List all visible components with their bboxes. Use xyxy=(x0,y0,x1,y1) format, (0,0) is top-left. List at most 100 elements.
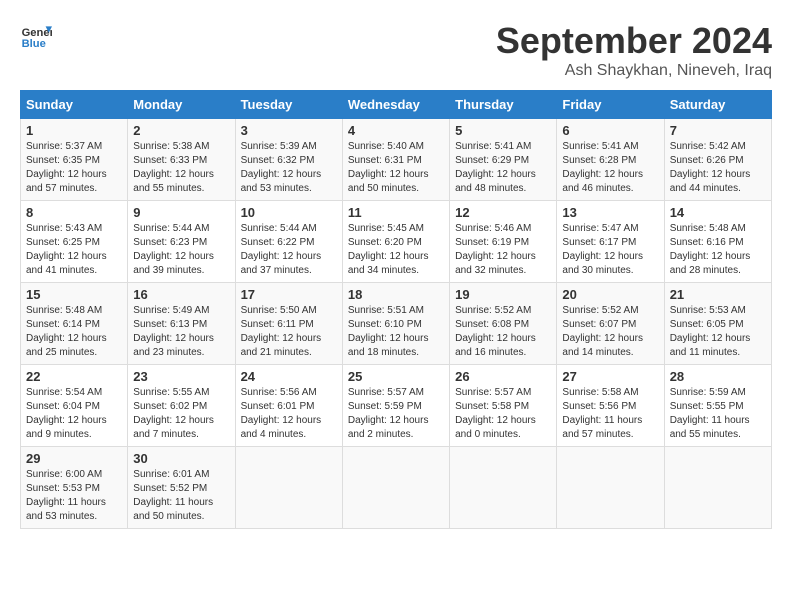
table-row: 12Sunrise: 5:46 AM Sunset: 6:19 PM Dayli… xyxy=(450,201,557,283)
day-number: 13 xyxy=(562,205,658,220)
location: Ash Shaykhan, Nineveh, Iraq xyxy=(496,62,772,80)
table-row: 16 Sunrise: 5:49 AM Sunset: 6:13 PM Dayli… xyxy=(128,283,235,365)
table-row xyxy=(235,447,342,529)
day-number: 18 xyxy=(348,287,444,302)
day-number: 9 xyxy=(133,205,229,220)
table-row: 30 Sunrise: 6:01 AM Sunset: 5:52 PM Dayli… xyxy=(128,447,235,529)
day-info: Sunrise: 5:45 AM Sunset: 6:20 PM Dayligh… xyxy=(348,222,444,278)
col-sunday: Sunday xyxy=(21,91,128,119)
table-row: 17 Sunrise: 5:50 AM Sunset: 6:11 PM Dayli… xyxy=(235,283,342,365)
day-info: Sunrise: 5:43 AM Sunset: 6:25 PM Dayligh… xyxy=(26,222,122,278)
table-row: 13Sunrise: 5:47 AM Sunset: 6:17 PM Dayli… xyxy=(557,201,664,283)
day-info: Sunrise: 5:59 AM Sunset: 5:55 PM Dayligh… xyxy=(670,386,766,442)
calendar-week-3: 15 Sunrise: 5:48 AM Sunset: 6:14 PM Dayli… xyxy=(21,283,772,365)
logo-icon: General Blue xyxy=(20,20,52,52)
table-row xyxy=(664,447,771,529)
day-number: 23 xyxy=(133,369,229,384)
table-row: 11 Sunrise: 5:45 AM Sunset: 6:20 PM Dayli… xyxy=(342,201,449,283)
table-row: 5Sunrise: 5:41 AM Sunset: 6:29 PM Daylig… xyxy=(450,119,557,201)
day-info: Sunrise: 5:51 AM Sunset: 6:10 PM Dayligh… xyxy=(348,304,444,360)
day-number: 7 xyxy=(670,123,766,138)
day-info: Sunrise: 5:52 AM Sunset: 6:07 PM Dayligh… xyxy=(562,304,658,360)
day-number: 4 xyxy=(348,123,444,138)
table-row: 10 Sunrise: 5:44 AM Sunset: 6:22 PM Dayli… xyxy=(235,201,342,283)
day-info: Sunrise: 5:44 AM Sunset: 6:23 PM Dayligh… xyxy=(133,222,229,278)
page-header: General Blue September 2024 Ash Shaykhan… xyxy=(20,20,772,80)
table-row: 15 Sunrise: 5:48 AM Sunset: 6:14 PM Dayli… xyxy=(21,283,128,365)
calendar-week-1: 1 Sunrise: 5:37 AM Sunset: 6:35 PM Daylig… xyxy=(21,119,772,201)
table-row: 7 Sunrise: 5:42 AM Sunset: 6:26 PM Daylig… xyxy=(664,119,771,201)
table-row: 19 Sunrise: 5:52 AM Sunset: 6:08 PM Dayli… xyxy=(450,283,557,365)
table-row: 4 Sunrise: 5:40 AM Sunset: 6:31 PM Daylig… xyxy=(342,119,449,201)
calendar-table: Sunday Monday Tuesday Wednesday Thursday… xyxy=(20,90,772,529)
col-friday: Friday xyxy=(557,91,664,119)
day-info: Sunrise: 5:39 AM Sunset: 6:32 PM Dayligh… xyxy=(241,140,337,196)
col-thursday: Thursday xyxy=(450,91,557,119)
month-title: September 2024 xyxy=(496,20,772,62)
svg-text:Blue: Blue xyxy=(22,38,46,50)
day-number: 25 xyxy=(348,369,444,384)
day-number: 24 xyxy=(241,369,337,384)
table-row: 6 Sunrise: 5:41 AM Sunset: 6:28 PM Daylig… xyxy=(557,119,664,201)
calendar-header-row: Sunday Monday Tuesday Wednesday Thursday… xyxy=(21,91,772,119)
day-info: Sunrise: 5:42 AM Sunset: 6:26 PM Dayligh… xyxy=(670,140,766,196)
table-row: 24 Sunrise: 5:56 AM Sunset: 6:01 PM Dayli… xyxy=(235,365,342,447)
day-info: Sunrise: 5:40 AM Sunset: 6:31 PM Dayligh… xyxy=(348,140,444,196)
day-info: Sunrise: 5:52 AM Sunset: 6:08 PM Dayligh… xyxy=(455,304,551,360)
day-number: 6 xyxy=(562,123,658,138)
table-row: 26Sunrise: 5:57 AM Sunset: 5:58 PM Dayli… xyxy=(450,365,557,447)
day-info: Sunrise: 5:46 AM Sunset: 6:19 PM Dayligh… xyxy=(455,222,551,278)
table-row: 28 Sunrise: 5:59 AM Sunset: 5:55 PM Dayli… xyxy=(664,365,771,447)
day-info: Sunrise: 5:55 AM Sunset: 6:02 PM Dayligh… xyxy=(133,386,229,442)
table-row xyxy=(450,447,557,529)
table-row: 29Sunrise: 6:00 AM Sunset: 5:53 PM Dayli… xyxy=(21,447,128,529)
day-info: Sunrise: 5:38 AM Sunset: 6:33 PM Dayligh… xyxy=(133,140,229,196)
day-number: 19 xyxy=(455,287,551,302)
table-row: 27 Sunrise: 5:58 AM Sunset: 5:56 PM Dayli… xyxy=(557,365,664,447)
day-number: 22 xyxy=(26,369,122,384)
day-info: Sunrise: 5:48 AM Sunset: 6:14 PM Dayligh… xyxy=(26,304,122,360)
day-info: Sunrise: 5:53 AM Sunset: 6:05 PM Dayligh… xyxy=(670,304,766,360)
day-info: Sunrise: 5:56 AM Sunset: 6:01 PM Dayligh… xyxy=(241,386,337,442)
table-row: 22 Sunrise: 5:54 AM Sunset: 6:04 PM Dayli… xyxy=(21,365,128,447)
title-block: September 2024 Ash Shaykhan, Nineveh, Ir… xyxy=(496,20,772,80)
col-saturday: Saturday xyxy=(664,91,771,119)
day-number: 28 xyxy=(670,369,766,384)
day-info: Sunrise: 5:37 AM Sunset: 6:35 PM Dayligh… xyxy=(26,140,122,196)
table-row: 2Sunrise: 5:38 AM Sunset: 6:33 PM Daylig… xyxy=(128,119,235,201)
table-row: 3 Sunrise: 5:39 AM Sunset: 6:32 PM Daylig… xyxy=(235,119,342,201)
table-row: 23 Sunrise: 5:55 AM Sunset: 6:02 PM Dayli… xyxy=(128,365,235,447)
day-info: Sunrise: 5:48 AM Sunset: 6:16 PM Dayligh… xyxy=(670,222,766,278)
col-monday: Monday xyxy=(128,91,235,119)
table-row xyxy=(342,447,449,529)
day-number: 11 xyxy=(348,205,444,220)
table-row: 1 Sunrise: 5:37 AM Sunset: 6:35 PM Daylig… xyxy=(21,119,128,201)
day-number: 15 xyxy=(26,287,122,302)
day-info: Sunrise: 5:57 AM Sunset: 5:58 PM Dayligh… xyxy=(455,386,551,442)
day-info: Sunrise: 5:58 AM Sunset: 5:56 PM Dayligh… xyxy=(562,386,658,442)
table-row: 20 Sunrise: 5:52 AM Sunset: 6:07 PM Dayli… xyxy=(557,283,664,365)
day-number: 10 xyxy=(241,205,337,220)
day-number: 29 xyxy=(26,451,122,466)
day-info: Sunrise: 5:44 AM Sunset: 6:22 PM Dayligh… xyxy=(241,222,337,278)
table-row: 14 Sunrise: 5:48 AM Sunset: 6:16 PM Dayli… xyxy=(664,201,771,283)
day-number: 17 xyxy=(241,287,337,302)
day-number: 3 xyxy=(241,123,337,138)
day-number: 1 xyxy=(26,123,122,138)
day-number: 8 xyxy=(26,205,122,220)
day-info: Sunrise: 5:54 AM Sunset: 6:04 PM Dayligh… xyxy=(26,386,122,442)
col-wednesday: Wednesday xyxy=(342,91,449,119)
table-row: 25 Sunrise: 5:57 AM Sunset: 5:59 PM Dayli… xyxy=(342,365,449,447)
table-row: 9 Sunrise: 5:44 AM Sunset: 6:23 PM Daylig… xyxy=(128,201,235,283)
day-number: 27 xyxy=(562,369,658,384)
day-info: Sunrise: 5:50 AM Sunset: 6:11 PM Dayligh… xyxy=(241,304,337,360)
day-number: 30 xyxy=(133,451,229,466)
day-number: 14 xyxy=(670,205,766,220)
day-number: 20 xyxy=(562,287,658,302)
day-number: 16 xyxy=(133,287,229,302)
day-info: Sunrise: 5:41 AM Sunset: 6:28 PM Dayligh… xyxy=(562,140,658,196)
day-info: Sunrise: 5:49 AM Sunset: 6:13 PM Dayligh… xyxy=(133,304,229,360)
day-info: Sunrise: 5:57 AM Sunset: 5:59 PM Dayligh… xyxy=(348,386,444,442)
table-row: 8 Sunrise: 5:43 AM Sunset: 6:25 PM Daylig… xyxy=(21,201,128,283)
day-info: Sunrise: 6:01 AM Sunset: 5:52 PM Dayligh… xyxy=(133,468,229,524)
